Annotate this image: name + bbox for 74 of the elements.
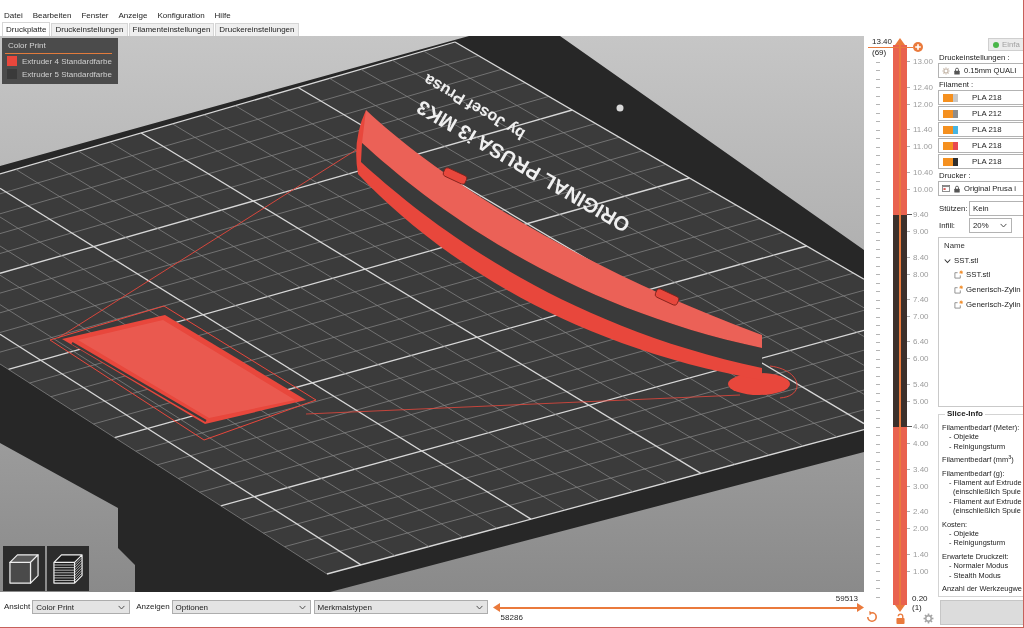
legend-title: Color Print bbox=[5, 38, 112, 54]
tick-label: 12.00 bbox=[912, 99, 934, 109]
caret-icon bbox=[1000, 223, 1007, 228]
chevron-down-icon[interactable] bbox=[944, 257, 951, 264]
caret-icon bbox=[298, 604, 306, 610]
lock-icon bbox=[954, 66, 960, 75]
view-button[interactable] bbox=[3, 546, 45, 591]
tick-label: 5.00 bbox=[912, 396, 929, 406]
menu-item[interactable]: Datei bbox=[3, 10, 24, 21]
cube-icon bbox=[9, 553, 39, 584]
tick-label: 3.00 bbox=[912, 481, 929, 491]
tick-label: 2.00 bbox=[912, 524, 929, 534]
tab[interactable]: Filamenteinstellungen bbox=[128, 23, 215, 36]
plus-icon[interactable] bbox=[913, 42, 923, 52]
slider-value: 58286 bbox=[500, 613, 523, 622]
tab[interactable]: Druckereinstellungen bbox=[215, 23, 299, 36]
caret-icon bbox=[118, 604, 126, 610]
mode-dot-icon bbox=[993, 41, 999, 48]
view-button[interactable] bbox=[47, 546, 89, 591]
tick-label: 8.40 bbox=[912, 252, 929, 262]
window-icon bbox=[942, 185, 950, 192]
tick-label: 9.00 bbox=[912, 227, 929, 237]
slider-value: 13.40 bbox=[872, 38, 893, 46]
tick-label: 4.40 bbox=[912, 422, 929, 432]
gear-icon bbox=[942, 66, 950, 75]
tab[interactable]: Druckplatte bbox=[2, 22, 51, 36]
view-dropdown[interactable]: Color Print bbox=[32, 600, 131, 614]
menu-item[interactable]: Anzeige bbox=[117, 10, 149, 21]
tab[interactable]: Druckeinstellungen bbox=[51, 23, 128, 36]
tick-label: 7.40 bbox=[912, 295, 929, 305]
tick-label: 5.40 bbox=[912, 379, 929, 389]
tick-label: 10.40 bbox=[912, 167, 934, 177]
legend-label: Extruder 4 Standardfarbe bbox=[22, 56, 112, 66]
thumb-line bbox=[868, 47, 913, 48]
lock-icon[interactable] bbox=[895, 613, 905, 624]
tick-label: 11.00 bbox=[912, 142, 933, 152]
feature-types-dropdown[interactable]: Merkmalstypen bbox=[313, 600, 488, 614]
tick-label: 4.00 bbox=[912, 439, 929, 449]
field-label: Anzeigen bbox=[136, 601, 170, 613]
part-icon bbox=[954, 300, 963, 309]
tick-label: 8.00 bbox=[912, 269, 929, 279]
menu-item[interactable]: Bearbeiten bbox=[31, 10, 73, 21]
layer-number: (1) bbox=[912, 603, 923, 613]
tick-label: 9.40 bbox=[912, 210, 929, 220]
part-icon bbox=[954, 270, 963, 279]
caret-icon bbox=[475, 604, 483, 610]
slider-thumb[interactable] bbox=[492, 603, 500, 612]
menu-item[interactable]: Fenster bbox=[80, 10, 110, 21]
undo-icon[interactable] bbox=[866, 611, 878, 623]
menu-item[interactable]: Hilfe bbox=[213, 10, 232, 21]
options-dropdown[interactable]: Optionen bbox=[171, 600, 311, 614]
tick-label: 7.00 bbox=[912, 312, 929, 321]
tick-label: 1.00 bbox=[912, 566, 929, 576]
part-icon bbox=[954, 285, 963, 294]
tick-label: 12.40 bbox=[912, 82, 934, 92]
tick-label: 2.40 bbox=[912, 507, 929, 517]
tick-label: 1.40 bbox=[912, 549, 929, 559]
gear-icon[interactable] bbox=[923, 613, 934, 625]
tick-label: 3.40 bbox=[912, 464, 929, 474]
slider-value: 59513 bbox=[835, 594, 858, 603]
slider-value: 0.20 bbox=[912, 594, 929, 604]
menu-item[interactable]: Konfiguration bbox=[156, 10, 206, 21]
tick-label: 11.40 bbox=[912, 125, 933, 135]
field-label: Ansicht bbox=[4, 601, 31, 613]
panel-title: Slice-Info bbox=[946, 409, 984, 419]
legend-label: Extruder 5 Standardfarbe bbox=[22, 69, 112, 79]
layer-number: (69) bbox=[872, 48, 887, 57]
tick-label: 13.00 bbox=[912, 57, 934, 67]
layers-icon bbox=[53, 553, 83, 584]
travel-line bbox=[769, 365, 798, 399]
tick-label: 6.40 bbox=[912, 337, 929, 347]
lock-icon bbox=[954, 184, 960, 193]
tick-label: 6.00 bbox=[912, 354, 929, 364]
tick-label: 10.00 bbox=[912, 184, 934, 194]
